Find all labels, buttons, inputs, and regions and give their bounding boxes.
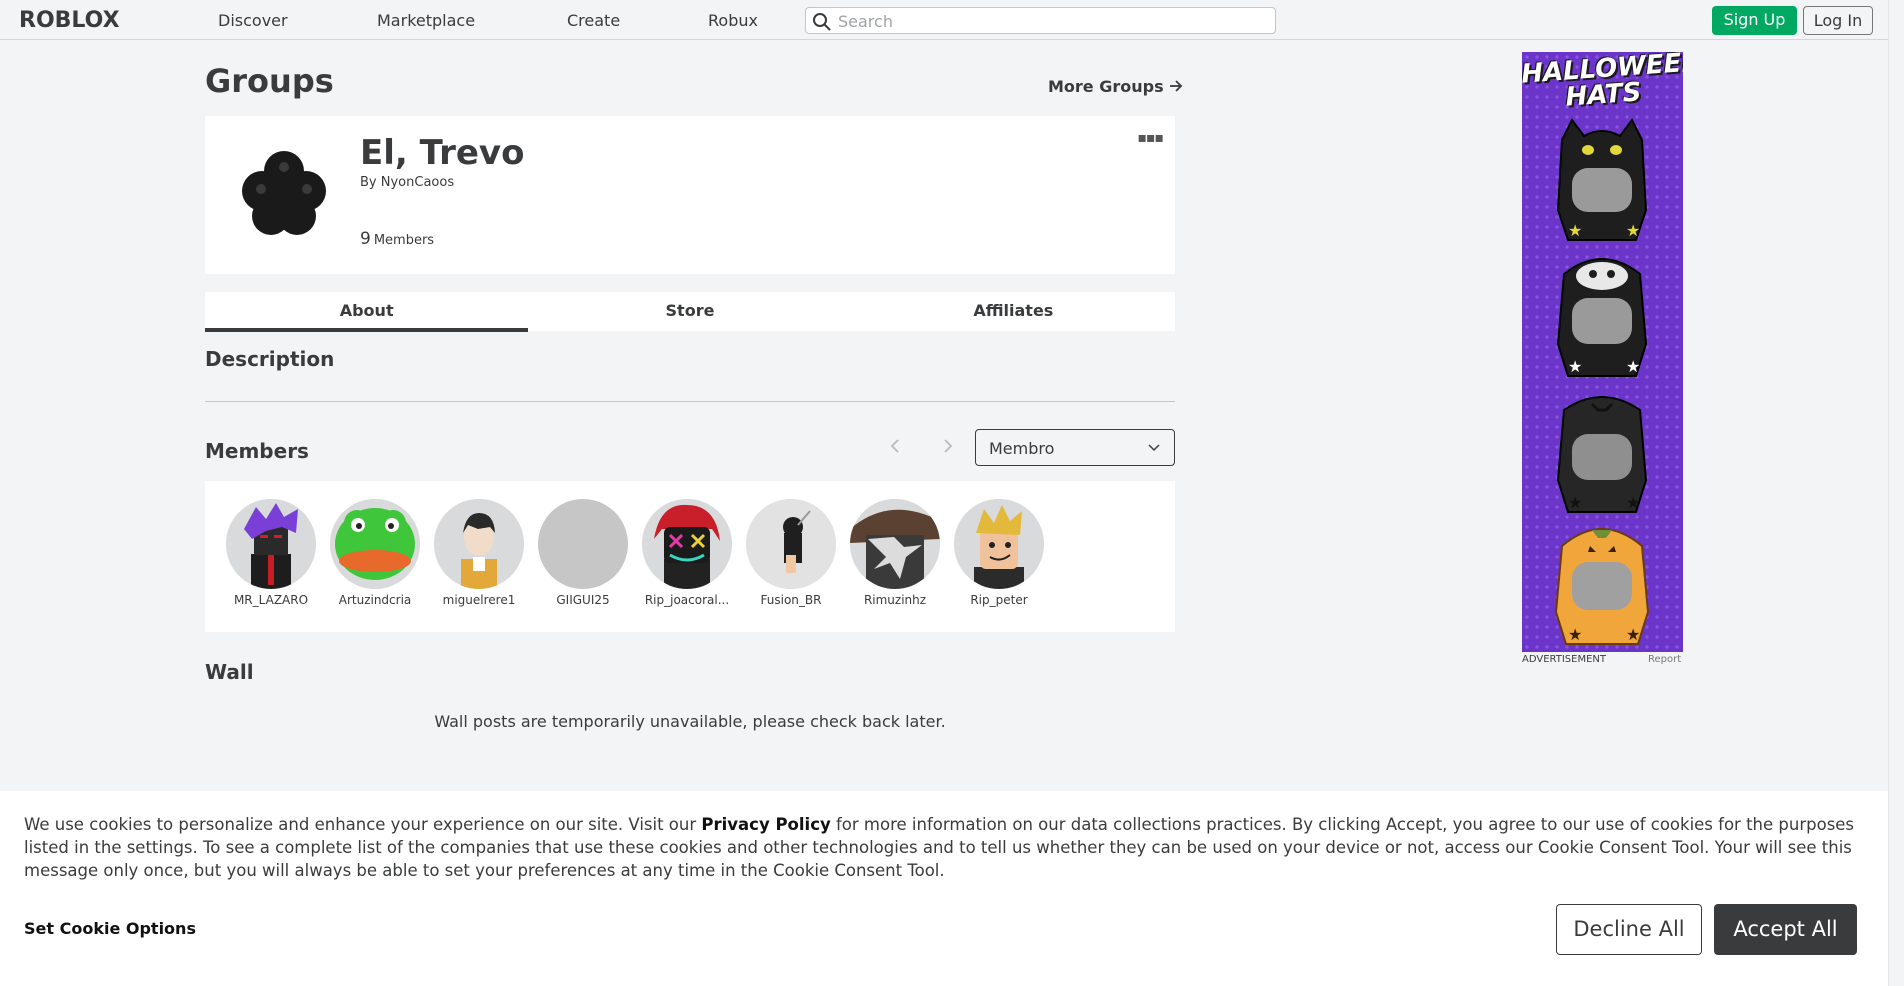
member-name[interactable]: miguelrere1 — [427, 593, 531, 607]
advertisement-label: ADVERTISEMENT — [1522, 654, 1607, 665]
page-scrollbar[interactable] — [1888, 0, 1904, 986]
svg-text:★: ★ — [1568, 493, 1582, 512]
group-tabs: About Store Affiliates — [205, 292, 1175, 332]
group-emblem-clover-icon[interactable] — [231, 141, 337, 247]
search-icon — [813, 13, 831, 31]
sign-up-button[interactable]: Sign Up — [1712, 6, 1797, 35]
top-navigation-bar: ROBLOX Discover Marketplace Create Robux… — [0, 0, 1888, 40]
accept-all-button[interactable]: Accept All — [1714, 904, 1857, 955]
previous-page-icon[interactable] — [889, 438, 901, 459]
by-label: By — [360, 175, 377, 190]
svg-text:★: ★ — [1626, 357, 1640, 376]
report-ad-link[interactable]: Report — [1648, 654, 1681, 665]
member-name[interactable]: Rip_joacoral... — [635, 593, 739, 607]
arrow-right-icon — [1170, 80, 1183, 92]
role-filter-dropdown[interactable]: Membro — [975, 429, 1175, 466]
avatar[interactable] — [746, 499, 836, 589]
group-header-card: El, Trevo By NyonCaoos 9 Members ▪▪▪ — [205, 116, 1175, 274]
member-name[interactable]: Fusion_BR — [739, 593, 843, 607]
wall-unavailable-message: Wall posts are temporarily unavailable, … — [434, 712, 946, 731]
avatar[interactable] — [434, 499, 524, 589]
avatar[interactable] — [954, 499, 1044, 589]
nav-discover-link[interactable]: Discover — [218, 11, 288, 30]
nav-create-link[interactable]: Create — [567, 11, 620, 30]
search-box[interactable] — [805, 7, 1276, 34]
member-name[interactable]: GIIGUI25 — [531, 593, 635, 607]
svg-text:★: ★ — [1568, 625, 1582, 644]
set-cookie-options-link[interactable]: Set Cookie Options — [24, 919, 196, 938]
members-list: MR_LAZARO Artuzindcria miguelrere1 GIIGU… — [205, 481, 1175, 632]
svg-text:★: ★ — [1626, 493, 1640, 512]
page-title: Groups — [205, 62, 334, 100]
halloween-hats-ad-art: ★ ★ ★ ★ ★ ★ ★ ★ — [1522, 52, 1683, 652]
more-groups-link[interactable]: More Groups — [1048, 77, 1183, 96]
group-name: El, Trevo — [360, 133, 525, 173]
wall-heading: Wall — [205, 660, 254, 684]
member-count-label: Members — [373, 233, 435, 248]
more-options-icon[interactable]: ▪▪▪ — [1138, 130, 1164, 146]
member-count: 9 Members — [360, 229, 434, 249]
members-heading: Members — [205, 439, 309, 463]
roblox-logo[interactable]: ROBLOX — [19, 8, 120, 33]
member-item[interactable]: Fusion_BR — [739, 499, 843, 607]
avatar[interactable] — [538, 499, 628, 589]
avatar[interactable] — [226, 499, 316, 589]
member-item[interactable]: miguelrere1 — [427, 499, 531, 607]
svg-text:★: ★ — [1568, 357, 1582, 376]
cookie-consent-text: We use cookies to personalize and enhanc… — [24, 813, 1864, 882]
log-in-button[interactable]: Log In — [1803, 6, 1873, 35]
member-item[interactable]: Rip_peter — [947, 499, 1051, 607]
more-groups-label: More Groups — [1048, 77, 1164, 96]
role-filter-value: Membro — [989, 439, 1055, 458]
nav-marketplace-link[interactable]: Marketplace — [377, 11, 475, 30]
advertisement-banner[interactable]: ★ ★ ★ ★ ★ ★ ★ ★ HALLOWEEN HATS — [1522, 52, 1683, 652]
next-page-icon[interactable] — [942, 438, 954, 459]
description-divider — [205, 401, 1175, 402]
member-item[interactable]: GIIGUI25 — [531, 499, 635, 607]
svg-text:★: ★ — [1626, 625, 1640, 644]
search-input[interactable] — [838, 11, 1258, 31]
member-name[interactable]: Artuzindcria — [323, 593, 427, 607]
tab-about[interactable]: About — [205, 292, 529, 332]
cookie-text-before: We use cookies to personalize and enhanc… — [24, 815, 702, 834]
member-name[interactable]: Rip_peter — [947, 593, 1051, 607]
avatar[interactable] — [850, 499, 940, 589]
member-count-value: 9 — [360, 229, 371, 249]
description-heading: Description — [205, 347, 335, 371]
svg-text:★: ★ — [1568, 221, 1582, 240]
chevron-down-icon — [1148, 444, 1160, 452]
owner-link[interactable]: NyonCaoos — [381, 175, 454, 190]
privacy-policy-link[interactable]: Privacy Policy — [701, 815, 830, 834]
member-item[interactable]: Rip_joacoral... — [635, 499, 739, 607]
cookie-consent-banner: We use cookies to personalize and enhanc… — [0, 791, 1888, 986]
member-item[interactable]: Rimuzinhz — [843, 499, 947, 607]
nav-robux-link[interactable]: Robux — [708, 11, 758, 30]
tab-store[interactable]: Store — [528, 292, 851, 331]
member-item[interactable]: Artuzindcria — [323, 499, 427, 607]
decline-all-button[interactable]: Decline All — [1556, 904, 1702, 955]
logo-text: ROBLOX — [19, 8, 120, 33]
tab-affiliates[interactable]: Affiliates — [852, 292, 1175, 331]
svg-text:★: ★ — [1626, 221, 1640, 240]
member-item[interactable]: MR_LAZARO — [219, 499, 323, 607]
group-owner-line: By NyonCaoos — [360, 175, 454, 190]
member-name[interactable]: Rimuzinhz — [843, 593, 947, 607]
avatar[interactable] — [642, 499, 732, 589]
avatar[interactable] — [330, 499, 420, 589]
member-name[interactable]: MR_LAZARO — [219, 593, 323, 607]
